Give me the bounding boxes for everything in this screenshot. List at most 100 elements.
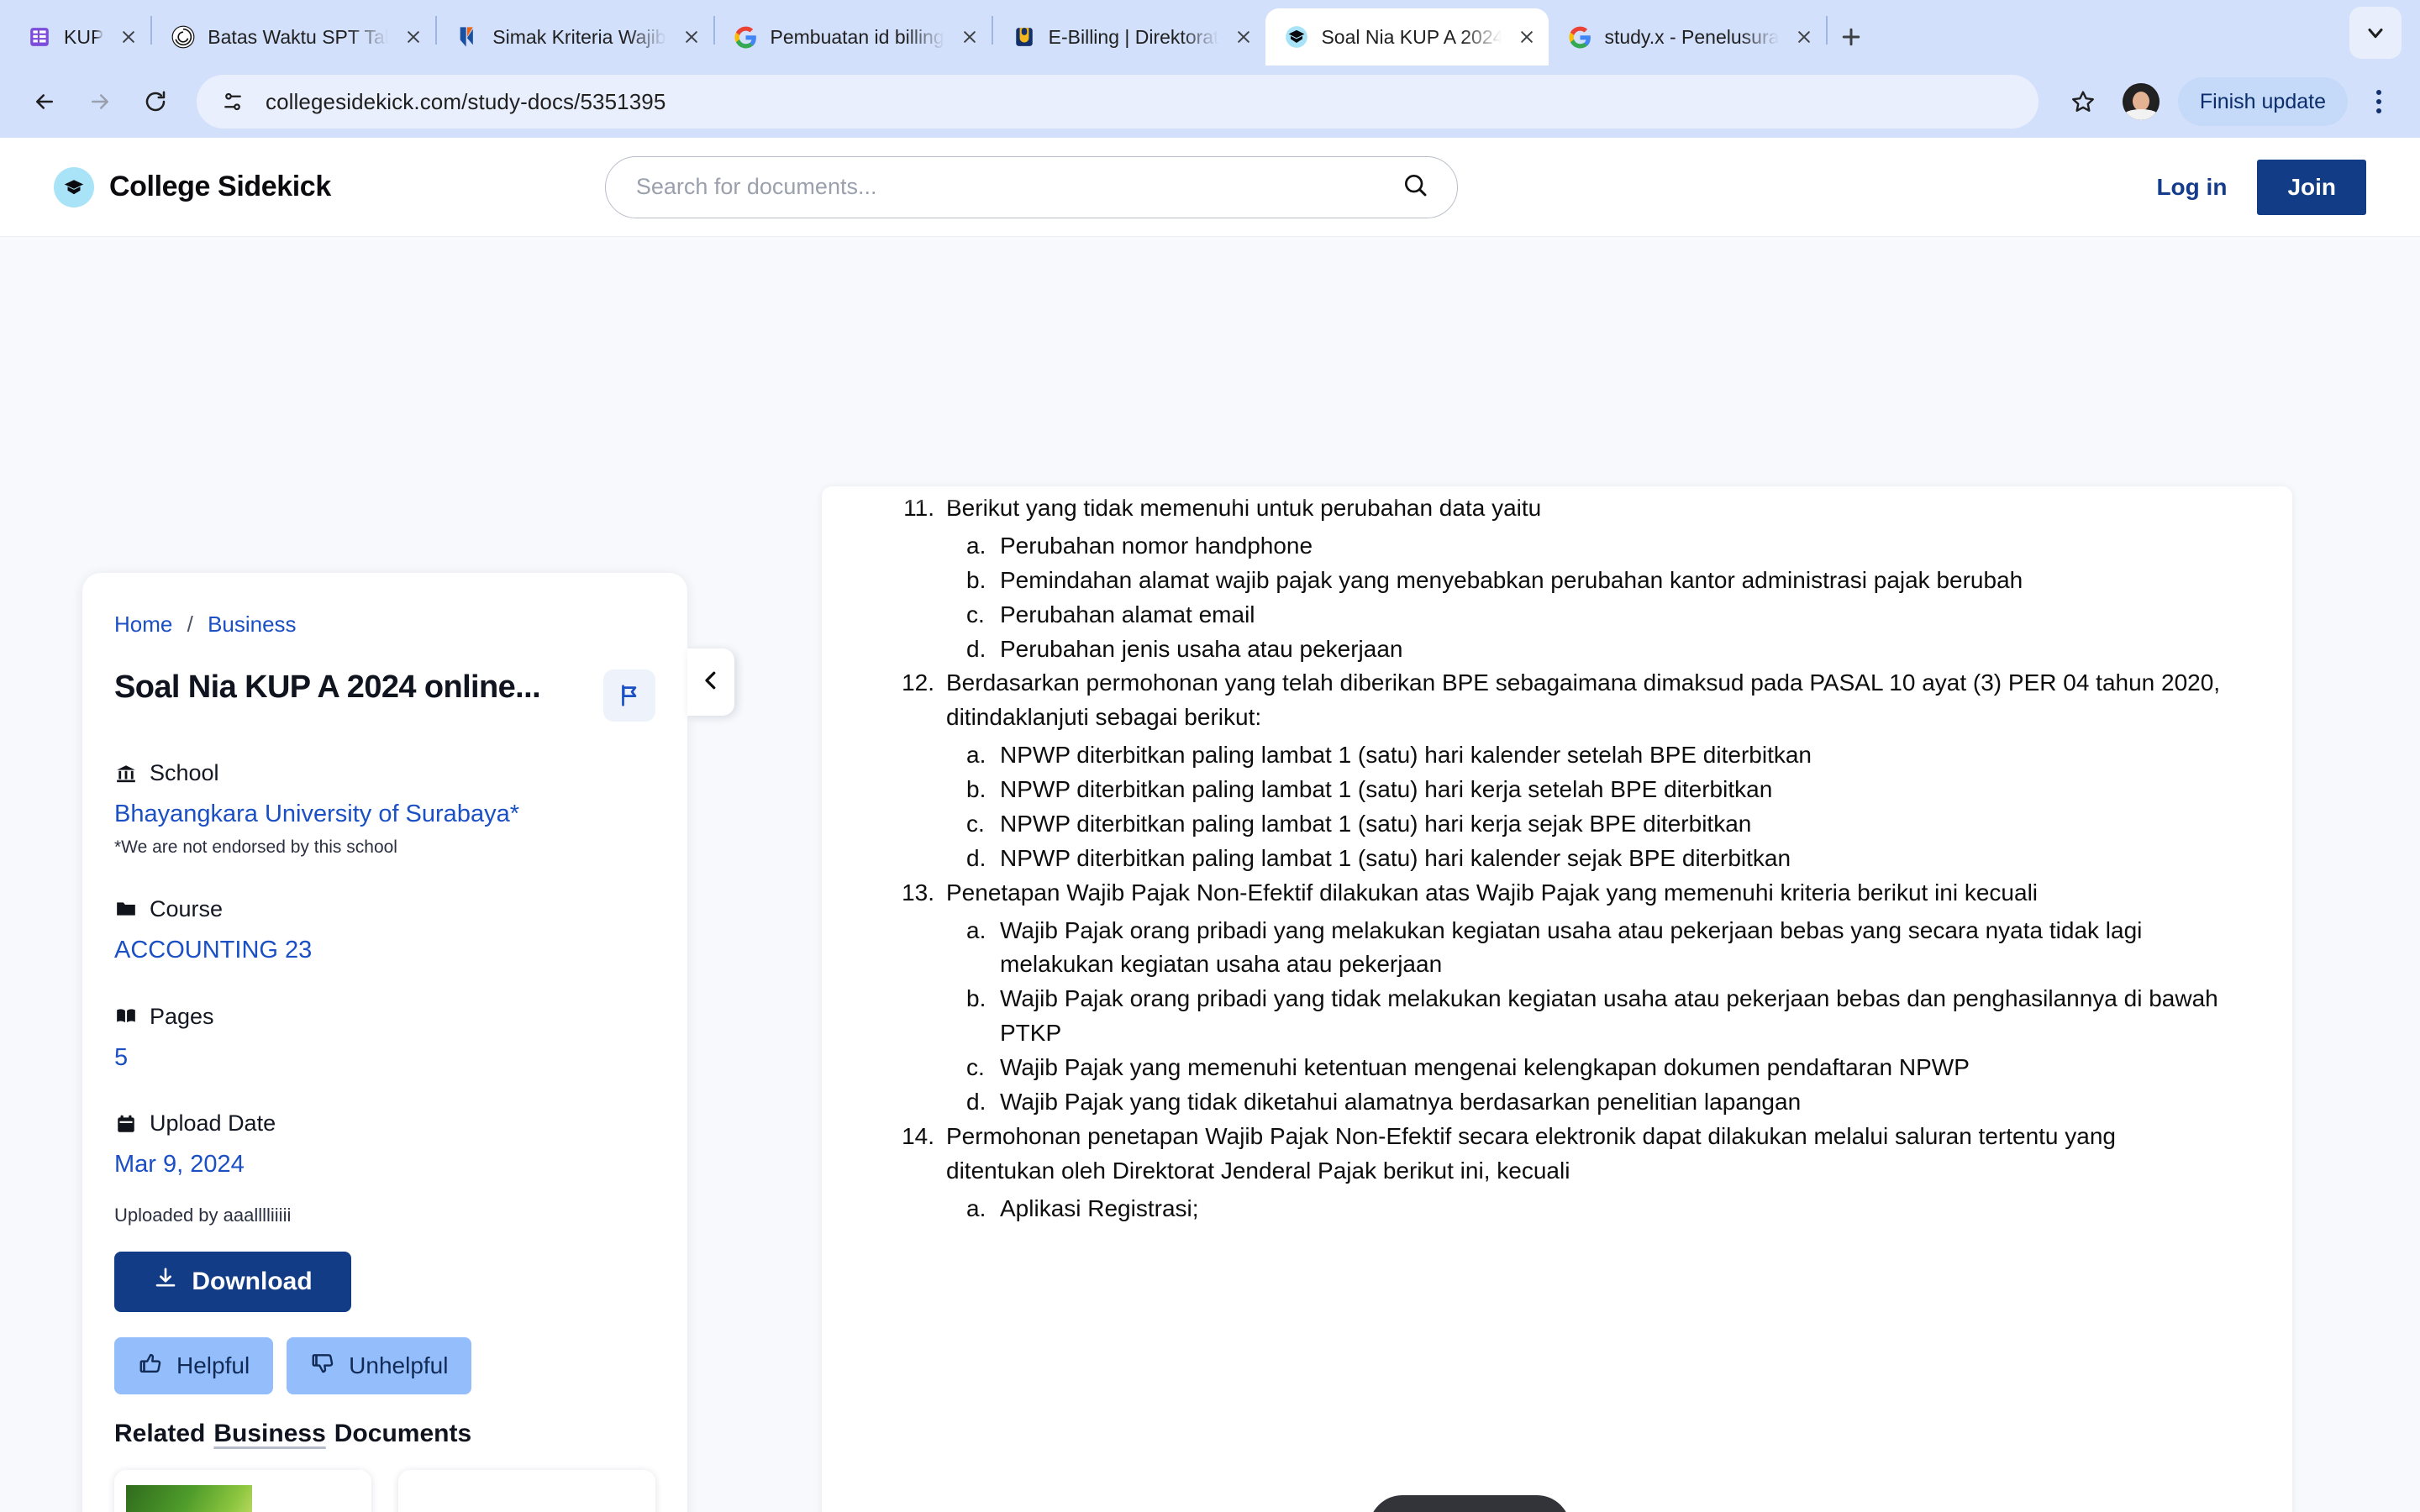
- page-navigation-pill[interactable]: Page 4 of 5: [1369, 1495, 1570, 1512]
- close-icon[interactable]: [112, 20, 145, 54]
- option-item: b. Wajib Pajak orang pribadi yang tidak …: [946, 982, 2222, 1051]
- forward-button[interactable]: [74, 76, 126, 128]
- unhelpful-button[interactable]: Unhelpful: [287, 1337, 472, 1395]
- option-item: c. NPWP diterbitkan paling lambat 1 (sat…: [946, 807, 2222, 842]
- thumbs-down-icon: [310, 1351, 335, 1382]
- chevron-down-icon[interactable]: [2349, 7, 2402, 59]
- finish-update-button[interactable]: Finish update: [2177, 77, 2348, 126]
- option-text: NPWP diterbitkan paling lambat 1 (satu) …: [1000, 844, 1791, 871]
- option-text: Wajib Pajak yang memenuhi ketentuan meng…: [1000, 1054, 1970, 1080]
- breadcrumb-business[interactable]: Business: [208, 612, 297, 637]
- close-icon[interactable]: [1227, 20, 1260, 54]
- related-document-thumbnail[interactable]: [114, 1470, 371, 1512]
- profile-avatar[interactable]: [2122, 83, 2160, 120]
- site-header: College Sidekick Log in Join: [0, 138, 2420, 237]
- join-button[interactable]: Join: [2257, 159, 2366, 215]
- question-item: 12. Berdasarkan permohonan yang telah di…: [892, 666, 2222, 735]
- option-letter: a.: [966, 532, 986, 559]
- meta-course: Course ACCOUNTING 23: [114, 896, 655, 965]
- option-text: Perubahan alamat email: [1000, 601, 1255, 627]
- option-letter: a.: [966, 916, 986, 943]
- meta-value-school[interactable]: Bhayangkara University of Surabaya*: [114, 800, 655, 829]
- download-icon: [153, 1266, 178, 1298]
- option-letter: b.: [966, 776, 986, 802]
- download-button[interactable]: Download: [114, 1252, 351, 1313]
- option-item: d. Perubahan jenis usaha atau pekerjaan: [946, 633, 2222, 667]
- option-letter: a.: [966, 1194, 986, 1221]
- question-number: 12.: [902, 669, 934, 696]
- search-input[interactable]: [635, 174, 1402, 200]
- bookmark-star-icon[interactable]: [2057, 76, 2109, 128]
- vote-buttons: Helpful Unhelpful: [114, 1337, 655, 1395]
- meta-label-row: School: [114, 760, 655, 786]
- question-item: 11. Berikut yang tidak memenuhi untuk pe…: [892, 491, 2222, 526]
- related-documents-heading: Related Business Documents: [114, 1420, 655, 1448]
- browser-tab-ebilling[interactable]: E-Billing | Direktorat: [993, 8, 1266, 66]
- related-document-thumbnail[interactable]: [398, 1470, 655, 1512]
- option-letter: c.: [966, 601, 985, 627]
- related-category[interactable]: Business: [213, 1420, 325, 1448]
- option-text: Wajib Pajak yang tidak diketahui alamatn…: [1000, 1088, 1802, 1115]
- browser-tab-studyx[interactable]: study.x - Penelusura: [1549, 8, 1826, 66]
- option-text: NPWP diterbitkan paling lambat 1 (satu) …: [1000, 742, 1812, 769]
- browser-tab-title: Batas Waktu SPT Tah: [208, 25, 389, 48]
- uploaded-by-text: Uploaded by aaalllliiiii: [114, 1205, 292, 1226]
- option-item: a. Wajib Pajak orang pribadi yang melaku…: [946, 914, 2222, 983]
- flag-icon[interactable]: [603, 669, 655, 722]
- search-bar[interactable]: [604, 155, 1458, 218]
- meta-school: School Bhayangkara University of Surabay…: [114, 760, 655, 858]
- search-icon[interactable]: [1402, 171, 1428, 202]
- browser-toolbar: collegesidekick.com/study-docs/5351395 F…: [0, 66, 2420, 138]
- option-letter: d.: [966, 635, 986, 662]
- option-list: a. NPWP diterbitkan paling lambat 1 (sat…: [946, 738, 2222, 876]
- option-list: a. Perubahan nomor handphone b. Pemindah…: [946, 529, 2222, 667]
- address-bar[interactable]: collegesidekick.com/study-docs/5351395: [197, 75, 2039, 129]
- option-text: Pemindahan alamat wajib pajak yang menye…: [1000, 566, 2023, 593]
- question-number: 14.: [902, 1122, 934, 1149]
- browser-tab-kup[interactable]: KUP: [8, 8, 150, 66]
- document-viewer[interactable]: 11. Berikut yang tidak memenuhi untuk pe…: [822, 486, 2292, 1512]
- question-number: 11.: [903, 495, 934, 521]
- back-button[interactable]: [18, 76, 71, 128]
- option-item: b. NPWP diterbitkan paling lambat 1 (sat…: [946, 773, 2222, 807]
- breadcrumb-home[interactable]: Home: [114, 612, 172, 637]
- option-item: c. Wajib Pajak yang memenuhi ketentuan m…: [946, 1051, 2222, 1085]
- option-list: a. Aplikasi Registrasi;: [946, 1192, 2222, 1226]
- browser-tab-pembuatan-id-billing[interactable]: Pembuatan id billing: [715, 8, 992, 66]
- tab-strip: KUP Batas Waktu SPT Tah Simak Kriteria W…: [0, 0, 2420, 66]
- endorsement-note: *We are not endorsed by this school: [114, 837, 397, 857]
- meta-value-upload-date[interactable]: Mar 9, 2024: [114, 1150, 655, 1179]
- header-actions: Log in Join: [2156, 159, 2366, 215]
- option-text: Perubahan jenis usaha atau pekerjaan: [1000, 635, 1403, 662]
- question-text: Berdasarkan permohonan yang telah diberi…: [946, 669, 2221, 731]
- close-icon[interactable]: [1510, 20, 1544, 54]
- option-item: a. Perubahan nomor handphone: [946, 529, 2222, 564]
- chrome-menu-icon[interactable]: [2356, 79, 2402, 124]
- option-letter: c.: [966, 1054, 985, 1080]
- helpful-button[interactable]: Helpful: [114, 1337, 274, 1395]
- calendar-icon: [114, 1112, 138, 1136]
- close-icon[interactable]: [1787, 20, 1821, 54]
- meta-label-row: Upload Date: [114, 1110, 655, 1137]
- meta-value-course[interactable]: ACCOUNTING 23: [114, 936, 655, 965]
- close-icon[interactable]: [397, 20, 430, 54]
- browser-tab-soal-nia-kup-active[interactable]: Soal Nia KUP A 2024: [1265, 8, 1549, 66]
- meta-label-text: School: [150, 760, 219, 785]
- site-logo[interactable]: College Sidekick: [54, 166, 331, 207]
- option-item: b. Pemindahan alamat wajib pajak yang me…: [946, 564, 2222, 598]
- browser-tab-batas-waktu[interactable]: Batas Waktu SPT Tah: [152, 8, 435, 66]
- sidebar-collapse-button[interactable]: [687, 648, 734, 716]
- browser-tab-simak-kriteria[interactable]: Simak Kriteria Wajib: [437, 8, 713, 66]
- meta-value-pages[interactable]: 5: [114, 1043, 655, 1073]
- reload-button[interactable]: [129, 76, 182, 128]
- breadcrumb: Home / Business: [114, 612, 655, 638]
- browser-tab-title: Pembuatan id billing: [770, 25, 944, 48]
- log-in-link[interactable]: Log in: [2156, 174, 2227, 201]
- site-settings-icon[interactable]: [218, 87, 247, 116]
- browser-tab-title: KUP: [64, 25, 104, 48]
- option-item: c. Perubahan alamat email: [946, 598, 2222, 633]
- close-icon[interactable]: [953, 20, 986, 54]
- new-tab-button[interactable]: [1828, 13, 1875, 60]
- option-item: a. Aplikasi Registrasi;: [946, 1192, 2222, 1226]
- close-icon[interactable]: [675, 20, 708, 54]
